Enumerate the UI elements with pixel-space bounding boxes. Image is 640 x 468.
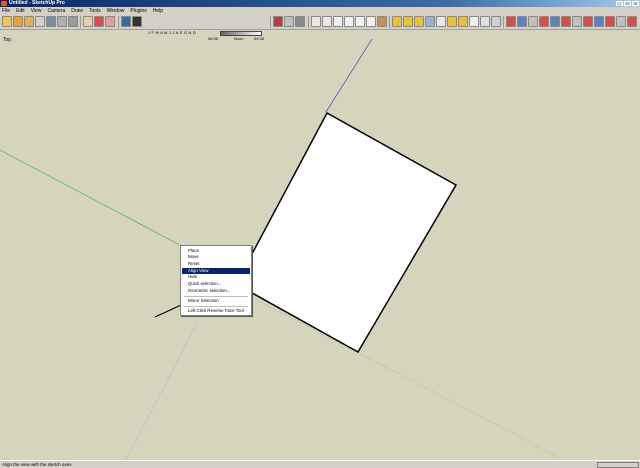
- shaded-icon[interactable]: [414, 16, 424, 27]
- window-controls: _ □ ×: [616, 1, 639, 6]
- protractor-icon[interactable]: [295, 16, 305, 27]
- top-view-icon[interactable]: [322, 16, 332, 27]
- back-view-icon[interactable]: [355, 16, 365, 27]
- toolbar-separator: [80, 16, 81, 28]
- menu-item-hide[interactable]: Hide: [182, 274, 250, 280]
- blue-axis-solid: [325, 38, 373, 113]
- context-menu: Place Move Reset Align View Hide Quick s…: [180, 245, 252, 316]
- component-icon[interactable]: [13, 16, 23, 27]
- eraser-icon[interactable]: [35, 16, 45, 27]
- sketchup-app-icon: [1, 1, 7, 6]
- stamp-icon[interactable]: [469, 16, 479, 27]
- 3d-text-icon[interactable]: [528, 16, 538, 27]
- pan-icon[interactable]: [539, 16, 549, 27]
- line-icon[interactable]: [57, 16, 67, 27]
- zoom-window-icon[interactable]: [561, 16, 571, 27]
- minimize-button[interactable]: _: [616, 1, 623, 6]
- orbit-icon[interactable]: [83, 16, 93, 27]
- rectangle-icon[interactable]: [46, 16, 56, 27]
- menu-item-mirror-selection[interactable]: Mirror Selection: [182, 298, 250, 304]
- text-icon[interactable]: [583, 16, 593, 27]
- green-axis-solid: [0, 149, 196, 254]
- dimension-icon[interactable]: [284, 16, 294, 27]
- menu-item-reset[interactable]: Reset: [182, 261, 250, 267]
- menu-view[interactable]: View: [31, 8, 42, 14]
- select-icon[interactable]: [2, 16, 12, 27]
- menu-window[interactable]: Window: [107, 8, 125, 14]
- white-face: [234, 111, 458, 354]
- drawing-viewport[interactable]: [0, 30, 640, 460]
- add-detail-icon[interactable]: [491, 16, 501, 27]
- circle-icon[interactable]: [68, 16, 78, 27]
- drape-icon[interactable]: [480, 16, 490, 27]
- toolbar-separator: [118, 16, 119, 28]
- maximize-button[interactable]: □: [624, 1, 631, 6]
- menu-edit[interactable]: Edit: [16, 8, 25, 14]
- zoom-icon[interactable]: [550, 16, 560, 27]
- polygon-icon[interactable]: [605, 16, 615, 27]
- blue-axis-dotted: [125, 324, 197, 460]
- xray-icon[interactable]: [377, 16, 387, 27]
- view-label: Top: [3, 37, 12, 43]
- follow-me-icon[interactable]: [121, 16, 131, 27]
- menu-item-quick-selection[interactable]: Quick selection...: [182, 281, 250, 287]
- menu-camera[interactable]: Camera: [47, 8, 65, 14]
- front-view-icon[interactable]: [333, 16, 343, 27]
- push-pull-icon[interactable]: [94, 16, 104, 27]
- paint-bucket-icon[interactable]: [24, 16, 34, 27]
- menu-divider: [184, 296, 248, 297]
- sandbox-icon[interactable]: [447, 16, 457, 27]
- green-axis-dotted: [237, 289, 561, 459]
- menu-item-left-click-reverse-face[interactable]: Left Click Reverse Face Tool: [182, 308, 250, 314]
- offset-icon[interactable]: [627, 16, 637, 27]
- monochrome-icon[interactable]: [436, 16, 446, 27]
- toolbar-separator: [270, 16, 271, 28]
- zoom-extents-icon[interactable]: [572, 16, 582, 27]
- rotate-icon[interactable]: [105, 16, 115, 27]
- arc-icon[interactable]: [594, 16, 604, 27]
- axes-icon[interactable]: [517, 16, 527, 27]
- right-view-icon[interactable]: [344, 16, 354, 27]
- flip-edge-icon[interactable]: [506, 16, 516, 27]
- title-bar: Untitled - SketchUp Pro _ □ ×: [0, 0, 640, 7]
- tape-measure-icon[interactable]: [273, 16, 283, 27]
- hidden-line-icon[interactable]: [403, 16, 413, 27]
- menu-draw[interactable]: Draw: [71, 8, 83, 14]
- menu-item-geometric-selection[interactable]: Geometric selection...: [182, 288, 250, 294]
- textured-icon[interactable]: [425, 16, 435, 27]
- menu-item-move[interactable]: Move: [182, 254, 250, 260]
- scale-icon[interactable]: [132, 16, 142, 27]
- red-axis-segment: [154, 304, 182, 318]
- iso-view-icon[interactable]: [311, 16, 321, 27]
- menu-divider: [184, 306, 248, 307]
- menu-tools[interactable]: Tools: [89, 8, 101, 14]
- toolbar-separator: [503, 16, 504, 28]
- smoove-icon[interactable]: [458, 16, 468, 27]
- wireframe-icon[interactable]: [392, 16, 402, 27]
- status-text: Align the view with the sketch axes: [2, 462, 72, 467]
- close-button[interactable]: ×: [632, 1, 639, 6]
- left-view-icon[interactable]: [366, 16, 376, 27]
- toolbar: J F M A M J J A S O N D 06:35 Noon 04:35: [0, 14, 640, 41]
- freehand-icon[interactable]: [616, 16, 626, 27]
- window-title: Untitled - SketchUp Pro: [9, 0, 65, 6]
- toolbar-separator: [389, 16, 390, 28]
- toolbar-separator: [308, 16, 309, 28]
- menu-plugins[interactable]: Plugins: [130, 8, 146, 14]
- menu-bar: File Edit View Camera Draw Tools Window …: [0, 7, 640, 14]
- menu-file[interactable]: File: [2, 8, 10, 14]
- status-bar: Align the view with the sketch axes: [0, 460, 640, 468]
- measurements-box[interactable]: [597, 462, 639, 468]
- menu-help[interactable]: Help: [153, 8, 163, 14]
